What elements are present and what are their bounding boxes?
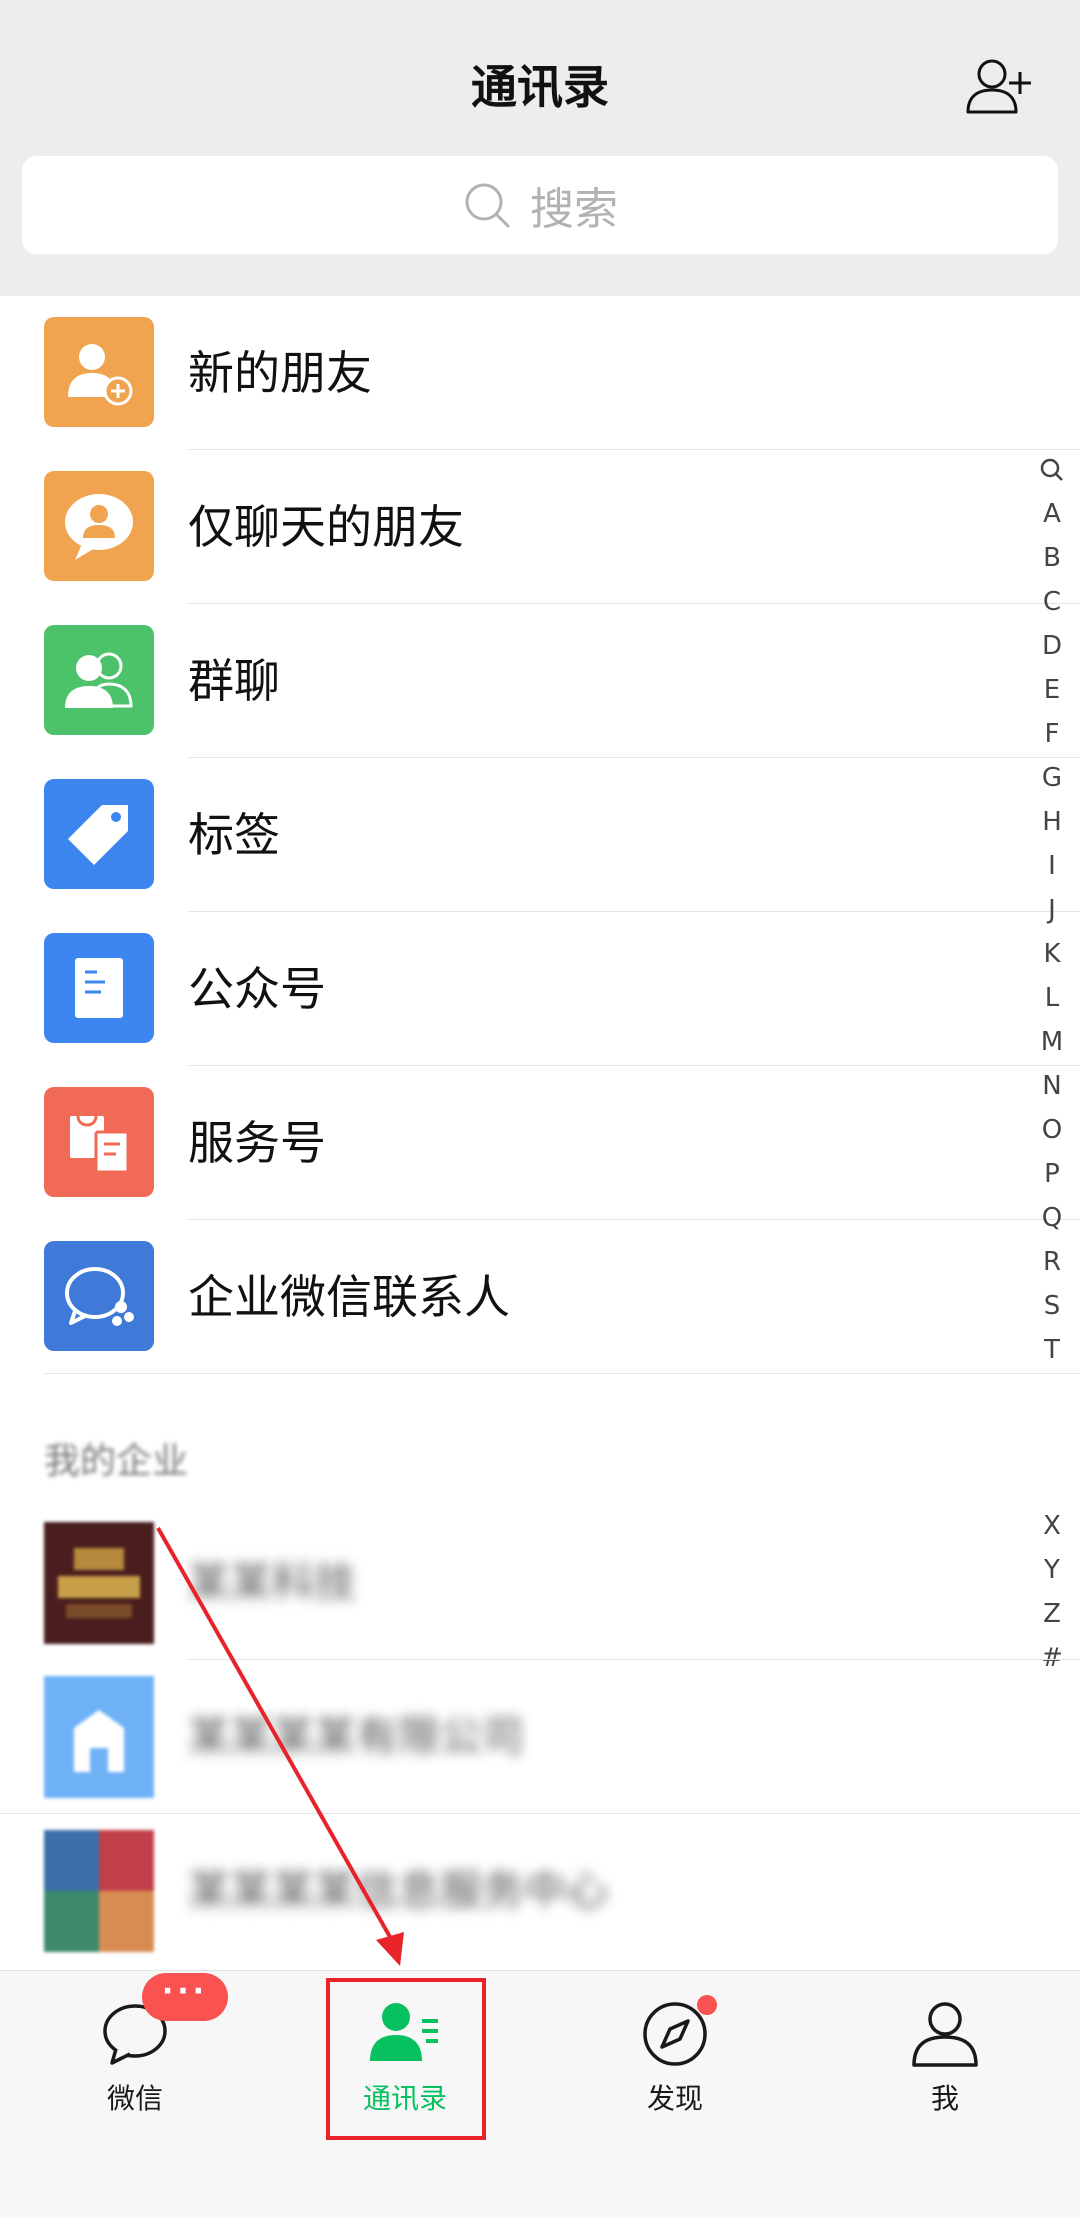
index-letter[interactable]: B <box>1030 536 1074 580</box>
index-letter[interactable]: I <box>1030 844 1074 888</box>
index-letter[interactable]: D <box>1030 624 1074 668</box>
org-name: 某某科技 <box>188 1558 357 1607</box>
index-letter[interactable]: P <box>1030 1152 1074 1196</box>
index-letter[interactable]: M <box>1030 1020 1074 1064</box>
org-name: 某某某某有限公司 <box>188 1712 525 1761</box>
index-letter[interactable]: C <box>1030 580 1074 624</box>
highlight-box <box>326 1978 486 2140</box>
org-item[interactable]: 某某某某信息服务中心 <box>0 1814 1080 1968</box>
index-letter[interactable]: L <box>1030 976 1074 1020</box>
wecom-contacts-icon <box>44 1241 154 1351</box>
official-accounts-item[interactable]: 公众号 <box>0 912 1080 1066</box>
index-letter[interactable]: A <box>1030 492 1074 536</box>
index-letter[interactable]: E <box>1030 668 1074 712</box>
service-account-icon <box>44 1087 154 1197</box>
add-contact-icon[interactable] <box>964 54 1036 118</box>
service-accounts-label: 服务号 <box>188 1116 326 1170</box>
index-letter[interactable]: R <box>1030 1240 1074 1284</box>
divider <box>44 1373 1080 1374</box>
tab-chats[interactable]: ··· 微信 <box>0 1971 270 2139</box>
org-avatar <box>44 1676 154 1798</box>
index-letter[interactable]: O <box>1030 1108 1074 1152</box>
index-letter[interactable]: G <box>1030 756 1074 800</box>
tab-me[interactable]: 我 <box>810 1971 1080 2139</box>
group-chats-item[interactable]: 群聊 <box>0 604 1080 758</box>
service-accounts-item[interactable]: 服务号 <box>0 1066 1080 1220</box>
search-placeholder: 搜索 <box>530 184 618 235</box>
org-avatar <box>44 1830 154 1952</box>
page-title: 通讯录 <box>471 60 609 114</box>
tab-label: 微信 <box>106 2082 163 2115</box>
org-name: 某某某某信息服务中心 <box>188 1866 609 1915</box>
wecom-contacts-item[interactable]: 企业微信联系人 <box>0 1220 1080 1374</box>
tags-item[interactable]: 标签 <box>0 758 1080 912</box>
section-title: 我的企业 <box>44 1441 189 1482</box>
index-letter[interactable]: H <box>1030 800 1074 844</box>
chat-only-friends-label: 仅聊天的朋友 <box>188 500 464 554</box>
index-letter[interactable]: N <box>1030 1064 1074 1108</box>
tab-bar: ··· 微信 通讯录 发现 我 <box>0 1970 1080 2218</box>
group-chats-label: 群聊 <box>188 654 280 708</box>
add-friend-icon <box>44 317 154 427</box>
official-accounts-label: 公众号 <box>188 962 326 1016</box>
tag-icon <box>44 779 154 889</box>
chat-only-friend-icon <box>44 471 154 581</box>
wecom-contacts-label: 企业微信联系人 <box>188 1270 510 1324</box>
index-letter[interactable]: F <box>1030 712 1074 756</box>
official-account-icon <box>44 933 154 1043</box>
search-bar[interactable]: 搜索 <box>22 156 1058 254</box>
notification-dot <box>697 1995 717 2015</box>
person-icon <box>912 2002 978 2067</box>
tab-label: 发现 <box>646 2082 703 2115</box>
index-letter[interactable]: Q <box>1030 1196 1074 1240</box>
search-icon <box>465 183 510 228</box>
tab-label: 我 <box>930 2082 959 2115</box>
org-item[interactable]: 某某某某有限公司 <box>0 1660 1080 1814</box>
index-gap <box>1030 1372 1074 1504</box>
group-chat-icon <box>44 625 154 735</box>
index-letter[interactable]: T <box>1030 1328 1074 1372</box>
contacts-screen: 通讯录 搜索 新的朋友 仅聊天的朋友 群聊 标签 公众号 服务号 企业微信联系人… <box>0 0 1080 2218</box>
tags-label: 标签 <box>188 808 280 862</box>
index-search-icon[interactable] <box>1030 448 1074 492</box>
index-letter[interactable]: K <box>1030 932 1074 976</box>
header: 通讯录 搜索 <box>0 0 1080 296</box>
tab-discover[interactable]: 发现 <box>540 1971 810 2139</box>
chat-only-friends-item[interactable]: 仅聊天的朋友 <box>0 450 1080 604</box>
org-avatar <box>44 1522 154 1644</box>
unread-badge: ··· <box>142 1973 228 2021</box>
org-item[interactable]: 某某科技 <box>0 1506 1080 1660</box>
index-letter[interactable]: S <box>1030 1284 1074 1328</box>
index-letter[interactable]: J <box>1030 888 1074 932</box>
alphabet-index[interactable]: A B C D E F G H I J K L M N O P Q R S T … <box>1030 448 1074 1680</box>
new-friends-label: 新的朋友 <box>188 346 372 400</box>
new-friends-item[interactable]: 新的朋友 <box>0 296 1080 450</box>
